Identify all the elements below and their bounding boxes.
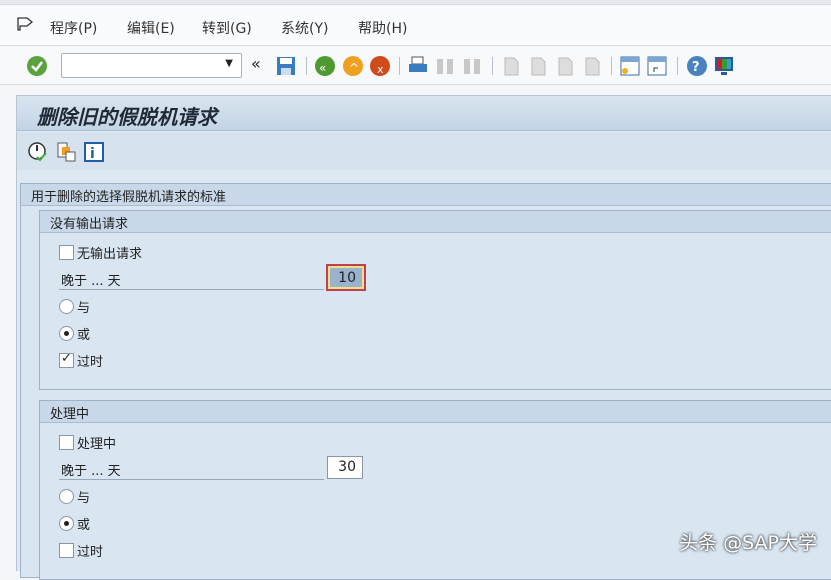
back-icon[interactable]: « <box>314 55 336 77</box>
svg-text:^: ^ <box>349 61 359 75</box>
page-title: 删除旧的假脱机请求 <box>37 105 217 129</box>
criteria-group-title: 用于删除的选择假脱机请求的标准 <box>21 184 831 206</box>
watermark: 头条 @SAP大学 <box>679 532 817 554</box>
svg-text:?: ? <box>692 60 700 75</box>
title-bar: 删除旧的假脱机请求 <box>17 96 831 131</box>
previous-page-icon <box>531 57 546 76</box>
application-toolbar: i <box>17 132 831 170</box>
group-processing-title: 处理中 <box>40 401 831 423</box>
menu-help[interactable]: 帮助(H) <box>358 18 407 38</box>
criteria-group: 用于删除的选择假脱机请求的标准 没有输出请求 无输出请求 晚于 ... 天 10… <box>20 183 831 580</box>
days-label: 晚于 ... 天 <box>61 464 121 479</box>
system-toolbar: ▼ « « ^ x ? <box>0 47 831 85</box>
or-radio-2[interactable]: 或 <box>59 514 90 533</box>
main-area: 删除旧的假脱机请求 i 用于删除的选择假脱机请求的标准 没有输出请求 无输出请求… <box>16 95 831 580</box>
help-icon[interactable]: ? <box>686 55 708 77</box>
layout-icon[interactable] <box>713 55 735 77</box>
menu-icon[interactable] <box>16 16 36 32</box>
last-page-icon <box>585 57 600 76</box>
cancel-icon[interactable]: x <box>369 55 391 77</box>
svg-text:«: « <box>319 61 326 75</box>
next-page-icon <box>558 57 573 76</box>
info-icon[interactable]: i <box>83 141 105 163</box>
menu-edit[interactable]: 编辑(E) <box>127 18 175 38</box>
enter-check-icon[interactable] <box>26 55 48 77</box>
first-page-icon <box>504 57 519 76</box>
print-icon[interactable] <box>407 55 429 77</box>
collapse-icon[interactable]: « <box>251 54 261 73</box>
menu-system[interactable]: 系统(Y) <box>281 18 328 38</box>
days-input-2[interactable]: 30 <box>327 456 363 479</box>
new-session-icon[interactable] <box>619 55 641 77</box>
svg-text:x: x <box>377 63 384 76</box>
days-input-1[interactable]: 10 <box>328 266 364 289</box>
group-no-output-title: 没有输出请求 <box>40 211 831 233</box>
menu-goto[interactable]: 转到(G) <box>202 18 252 38</box>
chevron-down-icon[interactable]: ▼ <box>225 58 233 69</box>
command-field[interactable]: ▼ <box>61 53 242 78</box>
obsolete-checkbox-2[interactable]: 过时 <box>59 541 103 560</box>
processing-checkbox[interactable]: 处理中 <box>59 433 116 452</box>
and-radio-2[interactable]: 与 <box>59 487 90 506</box>
group-no-output: 没有输出请求 无输出请求 晚于 ... 天 10 与 或 过时 <box>39 210 831 390</box>
or-radio-1[interactable]: 或 <box>59 324 90 343</box>
exit-icon[interactable]: ^ <box>342 55 364 77</box>
no-output-checkbox[interactable]: 无输出请求 <box>59 243 142 262</box>
variant-icon[interactable] <box>55 141 77 163</box>
find-next-icon <box>464 59 480 74</box>
execute-icon[interactable] <box>27 141 49 163</box>
and-radio-1[interactable]: 与 <box>59 297 90 316</box>
obsolete-checkbox-1[interactable]: 过时 <box>59 351 103 370</box>
svg-text:i: i <box>90 146 95 162</box>
save-icon[interactable] <box>275 55 297 77</box>
top-strip <box>0 0 831 5</box>
find-icon <box>437 59 453 74</box>
shortcut-icon[interactable] <box>646 55 668 77</box>
days-label: 晚于 ... 天 <box>61 274 121 289</box>
menu-program[interactable]: 程序(P) <box>50 18 97 38</box>
menu-bar: 程序(P) 编辑(E) 转到(G) 系统(Y) 帮助(H) <box>0 6 831 46</box>
